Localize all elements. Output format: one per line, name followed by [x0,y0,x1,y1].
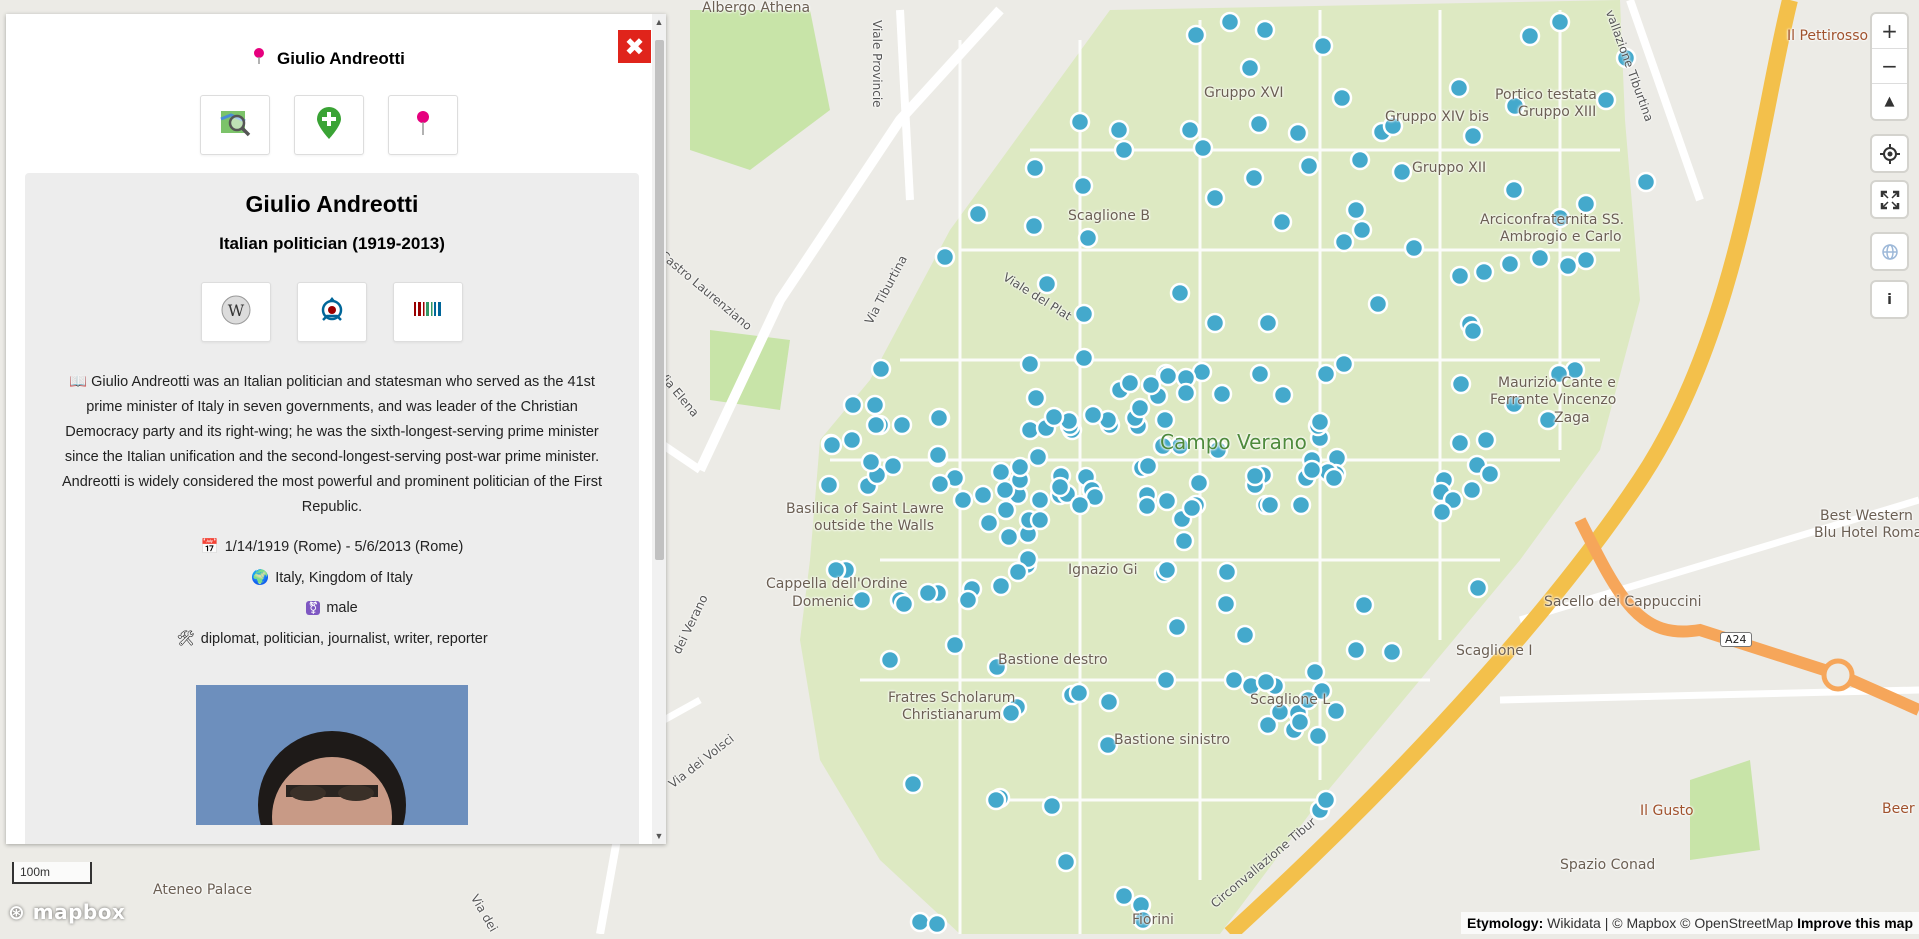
map-label-il-gusto: Il Gusto [1640,803,1694,819]
add-location-button[interactable] [294,95,364,155]
map-label-bastione-destro: Bastione destro [998,652,1108,668]
roundabout [1821,658,1855,692]
attribution-etymology: Etymology: [1467,915,1544,931]
map-label-basilica-2: outside the Walls [814,518,935,534]
fullscreen-icon[interactable] [1872,182,1907,217]
scroll-down-arrow-icon[interactable]: ▼ [652,828,666,844]
map-label-albergo: Albergo Athena [702,0,811,16]
popup-content[interactable]: Giulio Andreotti Giulio Andreotti Italia… [6,14,652,844]
map-label-gruppo-xii: Gruppo XII [1412,160,1487,176]
person-dates: 📅 1/14/1919 (Rome) - 5/6/2013 (Rome) [43,538,621,555]
person-subtitle: Italian politician (1919-2013) [219,234,445,253]
gender-icon: ⚧ [306,601,321,615]
info-control: i [1872,282,1907,317]
person-name: Giulio Andreotti [245,191,419,217]
add-location-icon [314,106,344,145]
zoom-out-button[interactable]: − [1872,49,1907,84]
map-label-fratres-2: Christianarum [902,707,1002,723]
gender-text: male [326,600,358,616]
close-button[interactable]: ✖ [618,30,651,63]
wikimedia-commons-icon [317,294,347,331]
map-label-gruppo-xvi: Gruppo XVI [1204,85,1284,101]
info-button[interactable]: i [1872,282,1907,317]
map-search-button[interactable] [200,95,270,155]
svg-text:W: W [228,301,245,320]
map-label-blu-hotel: Blu Hotel Roma [1814,525,1919,541]
pin-icon [253,48,269,67]
occupation-text: diplomat, politician, journalist, writer… [200,631,488,647]
scrollbar-thumb[interactable] [655,40,664,560]
map-label-portico: Portico testata [1495,87,1597,103]
mapbox-logo-text: mapbox [32,900,126,924]
dates-text: 1/14/1919 (Rome) - 5/6/2013 (Rome) [224,539,464,555]
wikimedia-commons-button[interactable] [297,282,367,342]
wikidata-button[interactable] [393,282,463,342]
map-label-beer: Beer [1882,801,1915,817]
wikipedia-button[interactable]: W [201,282,271,342]
compass-button[interactable]: ▲ [1872,84,1907,119]
person-portrait[interactable] [196,685,468,825]
calendar-icon: 📅 [200,539,219,555]
wikipedia-icon: W [220,294,252,331]
zoom-controls: + − ▲ [1872,14,1907,119]
map-search-icon [219,107,251,144]
globe-icon: 🌍 [251,570,270,586]
fullscreen-control [1872,182,1907,217]
map-label-pettirosso: Il Pettirosso [1787,28,1869,44]
zoom-in-button[interactable]: + [1872,14,1907,49]
locate-icon[interactable] [1872,136,1907,171]
map-label-ferrante: Ferrante Vincenzo [1490,392,1617,408]
map-label-cappella-2: Domenic [792,594,855,610]
map-label-zaga: Zaga [1554,410,1590,426]
attribution-text: | © Mapbox © OpenStreetMap [1600,915,1798,931]
detail-popup: ✖ Giulio Andreotti Giulio Andreotti Ital… [6,14,666,844]
mapbox-logo[interactable]: ⊛ mapbox [8,900,125,924]
etymology-card: Giulio Andreotti Italian politician (191… [25,173,639,844]
person-occupation: 🛠 diplomat, politician, journalist, write… [43,630,621,647]
scroll-up-arrow-icon[interactable]: ▲ [652,14,666,30]
popup-title-text: Giulio Andreotti [277,49,405,68]
wikidata-icon [412,300,444,325]
locate-control [1872,136,1907,171]
pin-button[interactable] [388,95,458,155]
tools-icon: 🛠 [176,631,195,647]
map-label-maurizio: Maurizio Cante e [1498,375,1616,391]
popup-title: Giulio Andreotti [6,48,652,69]
map-label-scaglione-i: Scaglione I [1456,643,1533,659]
map-label-spazio-conad: Spazio Conad [1560,857,1656,873]
globe-icon[interactable] [1872,234,1907,269]
map-label-basilica: Basilica of Saint Lawre [786,501,944,517]
map-label-ateneo: Ateneo Palace [153,882,253,898]
map-label-sacello: Sacello dei Cappuccini [1544,594,1702,610]
map-label-scaglione-l: Scaglione L [1250,692,1331,708]
map-label-fiorini: Fiorini [1132,912,1174,928]
map-label-cappella: Cappella dell'Ordine [766,576,908,592]
country-text: Italy, Kingdom of Italy [275,570,413,586]
map-label-scaglione-b: Scaglione B [1068,208,1150,224]
map-label-bastione-sinistro: Bastione sinistro [1114,732,1231,748]
map-label-campo-verano: Campo Verano [1160,430,1307,454]
map-label-fratres: Fratres Scholarum [888,690,1016,706]
popup-actions [6,95,652,155]
person-country: 🌍 Italy, Kingdom of Italy [43,569,621,586]
person-description: 📖 Giulio Andreotti was an Italian politi… [62,374,602,515]
map-label-ignazio: Ignazio Gi [1068,562,1138,578]
map-label-gruppo-xiii: Gruppo XIII [1518,104,1597,120]
map-label-ambrogio: Ambrogio e Carlo [1500,229,1622,245]
highway-shield-a24: A24 [1720,632,1752,647]
map-label-arciconfraternita: Arciconfraternita SS. [1480,212,1625,228]
pin-icon [415,110,431,141]
person-gender: ⚧ male [43,600,621,616]
attribution-wikidata-link[interactable]: Wikidata [1547,915,1601,931]
map-label-best-western: Best Western [1820,508,1913,524]
link-buttons: W [43,282,621,342]
map-attribution: Etymology: Wikidata | © Mapbox © OpenStr… [1461,912,1919,934]
improve-map-link[interactable]: Improve this map [1797,915,1913,931]
popup-scrollbar[interactable]: ▲ ▼ [652,14,666,844]
map-label-street: Viale Provincie [870,20,884,108]
scale-bar: 100m [12,862,92,884]
map-label-gruppo-xiv: Gruppo XIV bis [1385,109,1490,125]
globe-control [1872,234,1907,269]
portrait-image [196,685,468,825]
